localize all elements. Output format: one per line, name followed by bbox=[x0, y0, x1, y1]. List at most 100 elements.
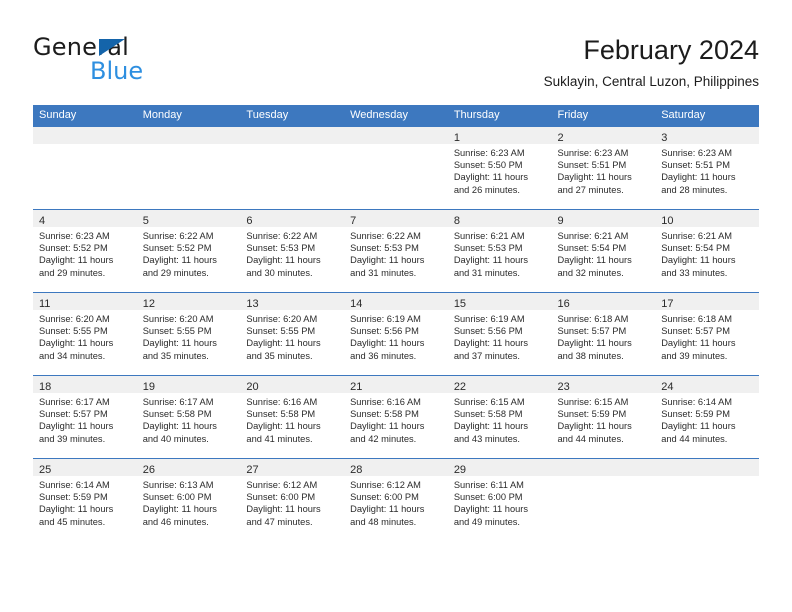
calendar-day-cell[interactable]: 27 Sunrise: 6:12 AM Sunset: 6:00 PM Dayligh… bbox=[240, 458, 345, 541]
day-number: 13 bbox=[246, 298, 259, 310]
calendar-day-cell[interactable]: 14 Sunrise: 6:19 AM Sunset: 5:56 PM Dayligh… bbox=[344, 292, 448, 376]
day-number-band: 3 bbox=[655, 127, 759, 144]
day-number: 27 bbox=[246, 464, 259, 476]
day-number: 3 bbox=[661, 132, 668, 144]
calendar-day-cell[interactable]: 29 Sunrise: 6:11 AM Sunset: 6:00 PM Dayligh… bbox=[447, 458, 552, 541]
day-sun-info: Sunrise: 6:11 AM Sunset: 6:00 PM Daylight:… bbox=[448, 476, 552, 528]
calendar-day-cell[interactable]: 20 Sunrise: 6:16 AM Sunset: 5:58 PM Dayligh… bbox=[240, 375, 345, 459]
calendar-day-cell[interactable]: 11 Sunrise: 6:20 AM Sunset: 5:55 PM Dayligh… bbox=[33, 292, 137, 376]
daylight-text-line2: and 41 minutes. bbox=[246, 433, 313, 444]
day-number: 17 bbox=[661, 298, 674, 310]
sunset-text: Sunset: 6:00 PM bbox=[246, 492, 316, 503]
daylight-text-line1: Daylight: 11 hours bbox=[39, 338, 114, 349]
sunrise-text: Sunrise: 6:16 AM bbox=[246, 397, 318, 407]
calendar-day-cell[interactable]: 18 Sunrise: 6:17 AM Sunset: 5:57 PM Dayligh… bbox=[33, 375, 137, 459]
day-number: 7 bbox=[350, 215, 357, 227]
calendar-day-cell[interactable]: 8 Sunrise: 6:21 AM Sunset: 5:53 PM Daylight… bbox=[447, 209, 552, 293]
day-sun-info: Sunrise: 6:14 AM Sunset: 5:59 PM Daylight:… bbox=[33, 476, 137, 528]
day-sun-info: Sunrise: 6:17 AM Sunset: 5:58 PM Daylight:… bbox=[137, 393, 241, 445]
day-sun-info: Sunrise: 6:23 AM Sunset: 5:51 PM Daylight:… bbox=[552, 144, 656, 196]
sunset-text: Sunset: 5:58 PM bbox=[142, 409, 212, 420]
day-number-band bbox=[33, 127, 137, 144]
day-sun-info: Sunrise: 6:19 AM Sunset: 5:56 PM Daylight:… bbox=[344, 310, 448, 362]
daylight-text-line1: Daylight: 11 hours bbox=[246, 255, 321, 266]
brand-logo[interactable]: General Blue bbox=[33, 33, 283, 89]
day-number-band: 27 bbox=[240, 459, 345, 476]
calendar-day-cell[interactable]: 7 Sunrise: 6:22 AM Sunset: 5:53 PM Daylight… bbox=[344, 209, 448, 293]
sunset-text: Sunset: 5:57 PM bbox=[39, 409, 108, 420]
calendar-day-cell[interactable]: 6 Sunrise: 6:22 AM Sunset: 5:53 PM Daylight… bbox=[240, 209, 345, 293]
day-sun-info: Sunrise: 6:12 AM Sunset: 6:00 PM Daylight:… bbox=[240, 476, 344, 528]
sunrise-text: Sunrise: 6:20 AM bbox=[142, 314, 214, 324]
daylight-text-line2: and 39 minutes. bbox=[661, 350, 728, 361]
day-sun-info: Sunrise: 6:12 AM Sunset: 6:00 PM Daylight:… bbox=[344, 476, 448, 528]
sunrise-text: Sunrise: 6:20 AM bbox=[39, 314, 110, 324]
daylight-text-line2: and 49 minutes. bbox=[453, 516, 520, 527]
daylight-text-line1: Daylight: 11 hours bbox=[661, 338, 736, 349]
sunrise-text: Sunrise: 6:22 AM bbox=[142, 231, 214, 241]
daylight-text-line2: and 31 minutes. bbox=[453, 267, 520, 278]
calendar-day-cell[interactable]: 15 Sunrise: 6:19 AM Sunset: 5:56 PM Dayligh… bbox=[447, 292, 552, 376]
sunrise-text: Sunrise: 6:18 AM bbox=[661, 314, 733, 324]
calendar-day-cell[interactable]: 5 Sunrise: 6:22 AM Sunset: 5:52 PM Daylight… bbox=[136, 209, 241, 293]
calendar-day-cell[interactable]: 23 Sunrise: 6:15 AM Sunset: 5:59 PM Dayligh… bbox=[551, 375, 656, 459]
day-number: 16 bbox=[557, 298, 570, 310]
calendar-day-cell[interactable]: 19 Sunrise: 6:17 AM Sunset: 5:58 PM Dayligh… bbox=[136, 375, 241, 459]
calendar-day-cell[interactable]: 4 Sunrise: 6:23 AM Sunset: 5:52 PM Daylight… bbox=[33, 209, 137, 293]
calendar-day-cell[interactable]: 28 Sunrise: 6:12 AM Sunset: 6:00 PM Dayligh… bbox=[344, 458, 448, 541]
daylight-text-line2: and 31 minutes. bbox=[350, 267, 417, 278]
sunset-text: Sunset: 5:59 PM bbox=[39, 492, 108, 503]
calendar-day-cell[interactable]: 26 Sunrise: 6:13 AM Sunset: 6:00 PM Dayligh… bbox=[136, 458, 241, 541]
calendar-day-cell[interactable]: 16 Sunrise: 6:18 AM Sunset: 5:57 PM Dayligh… bbox=[551, 292, 656, 376]
day-number-band: 6 bbox=[240, 210, 345, 227]
day-number-band: 17 bbox=[655, 293, 759, 310]
page-title: February 2024 bbox=[583, 35, 759, 65]
daylight-text-line1: Daylight: 11 hours bbox=[350, 421, 425, 432]
sunrise-text: Sunrise: 6:22 AM bbox=[350, 231, 421, 241]
daylight-text-line2: and 32 minutes. bbox=[557, 267, 624, 278]
daylight-text-line1: Daylight: 11 hours bbox=[39, 421, 114, 432]
daylight-text-line1: Daylight: 11 hours bbox=[557, 338, 632, 349]
sunrise-text: Sunrise: 6:15 AM bbox=[453, 397, 525, 407]
sunrise-text: Sunrise: 6:12 AM bbox=[246, 480, 318, 490]
page-subtitle: Suklayin, Central Luzon, Philippines bbox=[543, 74, 759, 89]
calendar-day-cell[interactable]: 17 Sunrise: 6:18 AM Sunset: 5:57 PM Dayligh… bbox=[655, 292, 759, 376]
day-number: 1 bbox=[453, 132, 460, 144]
daylight-text-line2: and 28 minutes. bbox=[661, 184, 728, 195]
calendar-day-cell[interactable]: 25 Sunrise: 6:14 AM Sunset: 5:59 PM Dayligh… bbox=[33, 458, 137, 541]
day-number-band: 29 bbox=[447, 459, 552, 476]
daylight-text-line2: and 47 minutes. bbox=[246, 516, 313, 527]
sunrise-text: Sunrise: 6:11 AM bbox=[453, 480, 524, 490]
calendar-page: General Blue February 2024 Suklayin, Cen… bbox=[0, 0, 792, 612]
brand-name-blue: Blue bbox=[90, 57, 144, 85]
sunset-text: Sunset: 5:55 PM bbox=[39, 326, 108, 337]
calendar-day-cell[interactable]: 22 Sunrise: 6:15 AM Sunset: 5:58 PM Dayligh… bbox=[447, 375, 552, 459]
calendar-day-cell[interactable]: 1 Sunrise: 6:23 AM Sunset: 5:50 PM Daylight… bbox=[447, 126, 552, 210]
calendar-day-cell[interactable]: 13 Sunrise: 6:20 AM Sunset: 5:55 PM Dayligh… bbox=[240, 292, 345, 376]
day-sun-info: Sunrise: 6:21 AM Sunset: 5:54 PM Daylight:… bbox=[552, 227, 656, 279]
sunset-text: Sunset: 5:53 PM bbox=[246, 243, 316, 254]
day-number-band: 9 bbox=[551, 210, 656, 227]
calendar-day-cell[interactable]: 10 Sunrise: 6:21 AM Sunset: 5:54 PM Dayligh… bbox=[655, 209, 759, 293]
day-number-band: 12 bbox=[136, 293, 241, 310]
daylight-text-line2: and 29 minutes. bbox=[142, 267, 209, 278]
weekday-header-saturday: Saturday bbox=[655, 105, 759, 127]
sunset-text: Sunset: 5:52 PM bbox=[142, 243, 212, 254]
calendar-day-cell[interactable]: 12 Sunrise: 6:20 AM Sunset: 5:55 PM Dayligh… bbox=[136, 292, 241, 376]
day-sun-info: Sunrise: 6:23 AM Sunset: 5:52 PM Daylight:… bbox=[33, 227, 137, 279]
calendar-day-cell[interactable]: 3 Sunrise: 6:23 AM Sunset: 5:51 PM Daylight… bbox=[655, 126, 759, 210]
day-number-band: 10 bbox=[655, 210, 759, 227]
day-number-band: 18 bbox=[33, 376, 137, 393]
daylight-text-line1: Daylight: 11 hours bbox=[557, 421, 632, 432]
sunset-text: Sunset: 5:55 PM bbox=[246, 326, 316, 337]
calendar-day-cell[interactable]: 9 Sunrise: 6:21 AM Sunset: 5:54 PM Daylight… bbox=[551, 209, 656, 293]
calendar-day-cell[interactable]: 2 Sunrise: 6:23 AM Sunset: 5:51 PM Daylight… bbox=[551, 126, 656, 210]
day-number-band: 20 bbox=[240, 376, 345, 393]
calendar-day-cell[interactable]: 24 Sunrise: 6:14 AM Sunset: 5:59 PM Dayligh… bbox=[655, 375, 759, 459]
day-sun-info: Sunrise: 6:17 AM Sunset: 5:57 PM Daylight:… bbox=[33, 393, 137, 445]
calendar-day-cell[interactable]: 21 Sunrise: 6:16 AM Sunset: 5:58 PM Dayligh… bbox=[344, 375, 448, 459]
day-number: 12 bbox=[142, 298, 155, 310]
daylight-text-line2: and 44 minutes. bbox=[661, 433, 728, 444]
sunrise-text: Sunrise: 6:16 AM bbox=[350, 397, 421, 407]
daylight-text-line1: Daylight: 11 hours bbox=[39, 504, 114, 515]
